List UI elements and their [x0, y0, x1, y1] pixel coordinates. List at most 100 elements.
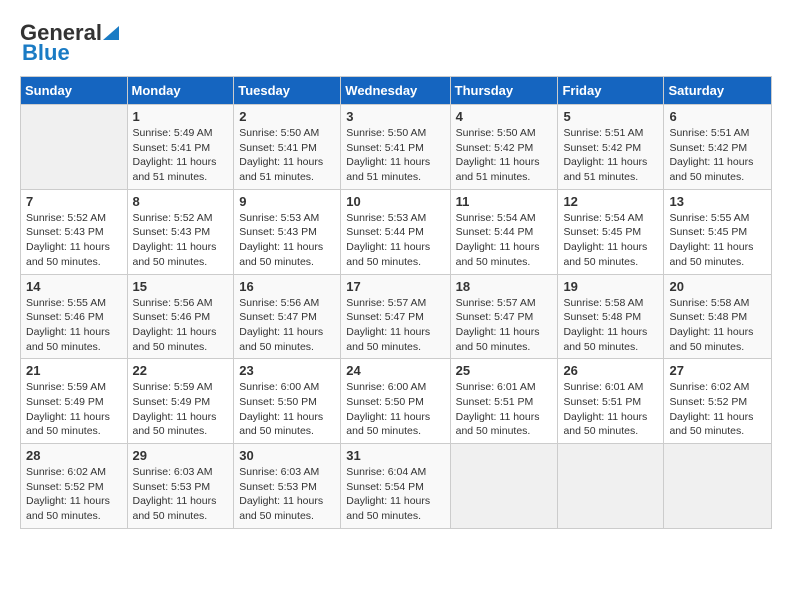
day-info: Sunrise: 5:58 AM Sunset: 5:48 PM Dayligh… — [563, 296, 658, 355]
day-info: Sunrise: 5:54 AM Sunset: 5:45 PM Dayligh… — [563, 211, 658, 270]
day-number: 25 — [456, 363, 553, 378]
day-number: 28 — [26, 448, 122, 463]
day-info: Sunrise: 6:00 AM Sunset: 5:50 PM Dayligh… — [239, 380, 335, 439]
day-number: 18 — [456, 279, 553, 294]
logo-blue-text: Blue — [22, 40, 70, 66]
week-row-4: 21 Sunrise: 5:59 AM Sunset: 5:49 PM Dayli… — [21, 359, 772, 444]
header-sunday: Sunday — [21, 77, 128, 105]
day-info: Sunrise: 6:01 AM Sunset: 5:51 PM Dayligh… — [563, 380, 658, 439]
day-info: Sunrise: 5:52 AM Sunset: 5:43 PM Dayligh… — [26, 211, 122, 270]
day-cell — [450, 444, 558, 529]
day-number: 7 — [26, 194, 122, 209]
logo: General Blue — [20, 20, 120, 66]
day-number: 5 — [563, 109, 658, 124]
calendar-body: 1 Sunrise: 5:49 AM Sunset: 5:41 PM Daylig… — [21, 105, 772, 529]
day-info: Sunrise: 5:58 AM Sunset: 5:48 PM Dayligh… — [669, 296, 766, 355]
day-cell: 30Sunrise: 6:03 AM Sunset: 5:53 PM Dayli… — [234, 444, 341, 529]
day-number: 29 — [133, 448, 229, 463]
day-cell: 11Sunrise: 5:54 AM Sunset: 5:44 PM Dayli… — [450, 189, 558, 274]
header-monday: Monday — [127, 77, 234, 105]
day-cell: 13 Sunrise: 5:55 AM Sunset: 5:45 PM Dayli… — [664, 189, 772, 274]
day-cell: 14Sunrise: 5:55 AM Sunset: 5:46 PM Dayli… — [21, 274, 128, 359]
day-cell: 10 Sunrise: 5:53 AM Sunset: 5:44 PM Dayli… — [341, 189, 450, 274]
day-info: Sunrise: 6:02 AM Sunset: 5:52 PM Dayligh… — [669, 380, 766, 439]
day-cell: 2 Sunrise: 5:50 AM Sunset: 5:41 PM Daylig… — [234, 105, 341, 190]
day-cell: 27Sunrise: 6:02 AM Sunset: 5:52 PM Dayli… — [664, 359, 772, 444]
day-cell: 28 Sunrise: 6:02 AM Sunset: 5:52 PM Dayli… — [21, 444, 128, 529]
day-cell: 5 Sunrise: 5:51 AM Sunset: 5:42 PM Daylig… — [558, 105, 664, 190]
day-number: 2 — [239, 109, 335, 124]
day-cell: 9Sunrise: 5:53 AM Sunset: 5:43 PM Daylig… — [234, 189, 341, 274]
day-info: Sunrise: 5:50 AM Sunset: 5:41 PM Dayligh… — [239, 126, 335, 185]
day-info: Sunrise: 5:49 AM Sunset: 5:41 PM Dayligh… — [133, 126, 229, 185]
calendar-header-row: SundayMondayTuesdayWednesdayThursdayFrid… — [21, 77, 772, 105]
logo-icon — [103, 26, 119, 40]
day-cell: 24 Sunrise: 6:00 AM Sunset: 5:50 PM Dayli… — [341, 359, 450, 444]
day-info: Sunrise: 6:03 AM Sunset: 5:53 PM Dayligh… — [239, 465, 335, 524]
day-cell: 21 Sunrise: 5:59 AM Sunset: 5:49 PM Dayli… — [21, 359, 128, 444]
day-info: Sunrise: 5:59 AM Sunset: 5:49 PM Dayligh… — [26, 380, 122, 439]
day-cell: 17Sunrise: 5:57 AM Sunset: 5:47 PM Dayli… — [341, 274, 450, 359]
day-info: Sunrise: 5:57 AM Sunset: 5:47 PM Dayligh… — [456, 296, 553, 355]
day-number: 1 — [133, 109, 229, 124]
day-number: 3 — [346, 109, 444, 124]
day-cell — [558, 444, 664, 529]
day-cell: 3 Sunrise: 5:50 AM Sunset: 5:41 PM Daylig… — [341, 105, 450, 190]
day-info: Sunrise: 5:59 AM Sunset: 5:49 PM Dayligh… — [133, 380, 229, 439]
day-number: 17 — [346, 279, 444, 294]
day-cell: 23Sunrise: 6:00 AM Sunset: 5:50 PM Dayli… — [234, 359, 341, 444]
day-info: Sunrise: 6:02 AM Sunset: 5:52 PM Dayligh… — [26, 465, 122, 524]
day-cell: 15Sunrise: 5:56 AM Sunset: 5:46 PM Dayli… — [127, 274, 234, 359]
day-cell: 4 Sunrise: 5:50 AM Sunset: 5:42 PM Daylig… — [450, 105, 558, 190]
day-info: Sunrise: 5:55 AM Sunset: 5:45 PM Dayligh… — [669, 211, 766, 270]
header-wednesday: Wednesday — [341, 77, 450, 105]
header-friday: Friday — [558, 77, 664, 105]
day-cell: 8 Sunrise: 5:52 AM Sunset: 5:43 PM Daylig… — [127, 189, 234, 274]
day-cell: 18 Sunrise: 5:57 AM Sunset: 5:47 PM Dayli… — [450, 274, 558, 359]
day-number: 13 — [669, 194, 766, 209]
day-number: 6 — [669, 109, 766, 124]
calendar-table: SundayMondayTuesdayWednesdayThursdayFrid… — [20, 76, 772, 529]
day-info: Sunrise: 5:55 AM Sunset: 5:46 PM Dayligh… — [26, 296, 122, 355]
day-cell: 29 Sunrise: 6:03 AM Sunset: 5:53 PM Dayli… — [127, 444, 234, 529]
day-number: 22 — [133, 363, 229, 378]
day-number: 15 — [133, 279, 229, 294]
day-info: Sunrise: 5:50 AM Sunset: 5:41 PM Dayligh… — [346, 126, 444, 185]
day-info: Sunrise: 5:53 AM Sunset: 5:43 PM Dayligh… — [239, 211, 335, 270]
day-cell: 1 Sunrise: 5:49 AM Sunset: 5:41 PM Daylig… — [127, 105, 234, 190]
day-info: Sunrise: 5:51 AM Sunset: 5:42 PM Dayligh… — [563, 126, 658, 185]
day-info: Sunrise: 5:53 AM Sunset: 5:44 PM Dayligh… — [346, 211, 444, 270]
day-info: Sunrise: 5:52 AM Sunset: 5:43 PM Dayligh… — [133, 211, 229, 270]
day-number: 20 — [669, 279, 766, 294]
day-cell — [21, 105, 128, 190]
week-row-5: 28 Sunrise: 6:02 AM Sunset: 5:52 PM Dayli… — [21, 444, 772, 529]
day-cell: 12 Sunrise: 5:54 AM Sunset: 5:45 PM Dayli… — [558, 189, 664, 274]
day-info: Sunrise: 5:50 AM Sunset: 5:42 PM Dayligh… — [456, 126, 553, 185]
day-cell: 16Sunrise: 5:56 AM Sunset: 5:47 PM Dayli… — [234, 274, 341, 359]
day-cell: 20 Sunrise: 5:58 AM Sunset: 5:48 PM Dayli… — [664, 274, 772, 359]
day-number: 31 — [346, 448, 444, 463]
day-cell: 22 Sunrise: 5:59 AM Sunset: 5:49 PM Dayli… — [127, 359, 234, 444]
week-row-3: 14Sunrise: 5:55 AM Sunset: 5:46 PM Dayli… — [21, 274, 772, 359]
day-number: 21 — [26, 363, 122, 378]
day-info: Sunrise: 6:00 AM Sunset: 5:50 PM Dayligh… — [346, 380, 444, 439]
day-cell: 19 Sunrise: 5:58 AM Sunset: 5:48 PM Dayli… — [558, 274, 664, 359]
day-number: 12 — [563, 194, 658, 209]
day-number: 19 — [563, 279, 658, 294]
page-header: General Blue — [20, 20, 772, 66]
day-number: 24 — [346, 363, 444, 378]
week-row-1: 1 Sunrise: 5:49 AM Sunset: 5:41 PM Daylig… — [21, 105, 772, 190]
day-cell: 25Sunrise: 6:01 AM Sunset: 5:51 PM Dayli… — [450, 359, 558, 444]
day-number: 8 — [133, 194, 229, 209]
header-saturday: Saturday — [664, 77, 772, 105]
week-row-2: 7 Sunrise: 5:52 AM Sunset: 5:43 PM Daylig… — [21, 189, 772, 274]
day-info: Sunrise: 6:04 AM Sunset: 5:54 PM Dayligh… — [346, 465, 444, 524]
day-number: 26 — [563, 363, 658, 378]
day-cell — [664, 444, 772, 529]
day-info: Sunrise: 5:54 AM Sunset: 5:44 PM Dayligh… — [456, 211, 553, 270]
day-info: Sunrise: 6:03 AM Sunset: 5:53 PM Dayligh… — [133, 465, 229, 524]
header-thursday: Thursday — [450, 77, 558, 105]
day-number: 4 — [456, 109, 553, 124]
day-cell: 31 Sunrise: 6:04 AM Sunset: 5:54 PM Dayli… — [341, 444, 450, 529]
day-number: 10 — [346, 194, 444, 209]
